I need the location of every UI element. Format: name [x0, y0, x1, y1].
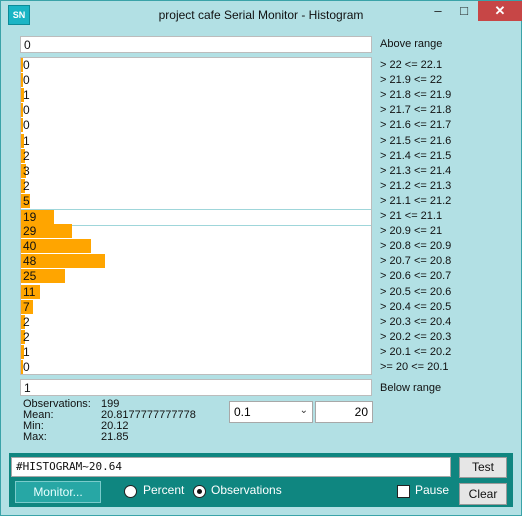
- histogram-bin-label: > 20.9 <= 21: [380, 225, 443, 238]
- histogram-bin-count: 19: [23, 210, 37, 224]
- histogram-bin-row[interactable]: 0: [21, 360, 371, 374]
- percent-radio[interactable]: [124, 485, 137, 498]
- histogram-bin-count: 40: [23, 239, 37, 254]
- histogram-bin-label: > 21.9 <= 22: [380, 74, 443, 87]
- histogram-bin-label: > 20.6 <= 20.7: [380, 270, 452, 283]
- bin-count-value: 20: [354, 405, 368, 419]
- bin-width-select[interactable]: 0.1 ⌄: [229, 401, 313, 423]
- histogram-bin-label: > 21.4 <= 21.5: [380, 149, 452, 162]
- test-button[interactable]: Test: [459, 457, 507, 478]
- histogram-list[interactable]: 0 0 1 0 0 1 2 3 2 5 19 29 40 48 25 11 7 2 2 1 0: [20, 57, 372, 375]
- below-range-value: 1: [24, 381, 31, 395]
- histogram-bin-row[interactable]: 3: [21, 163, 371, 179]
- histogram-bin-count: 0: [23, 73, 30, 88]
- observations-radio[interactable]: [193, 485, 206, 498]
- histogram-bin-label: > 21.5 <= 21.6: [380, 134, 452, 147]
- histogram-bin-row[interactable]: 40: [21, 239, 371, 254]
- observations-radio-label[interactable]: Observations: [211, 483, 282, 497]
- histogram-bin-row[interactable]: 2: [21, 314, 371, 330]
- histogram-bin-count: 29: [23, 224, 37, 239]
- histogram-window: SN project cafe Serial Monitor - Histogr…: [0, 0, 522, 516]
- histogram-bin-count: 2: [23, 148, 30, 163]
- below-range-field[interactable]: 1: [20, 379, 372, 396]
- below-range-label: Below range: [380, 382, 442, 394]
- histogram-bin-count: 25: [23, 269, 37, 284]
- max-value: 21.85: [101, 431, 129, 443]
- percent-radio-label[interactable]: Percent: [143, 483, 184, 497]
- bin-width-value: 0.1: [234, 405, 251, 419]
- monitor-button[interactable]: Monitor...: [15, 481, 101, 503]
- histogram-bin-row[interactable]: 1: [21, 133, 371, 149]
- close-button[interactable]: ✕: [478, 1, 522, 21]
- histogram-bin-count: 2: [23, 314, 30, 329]
- histogram-bin-label: > 21.8 <= 21.9: [380, 89, 452, 102]
- chevron-down-icon: ⌄: [299, 405, 308, 416]
- minimize-button[interactable]: –: [425, 1, 451, 21]
- histogram-bin-count: 3: [23, 163, 30, 178]
- histogram-bin-label: > 21.2 <= 21.3: [380, 179, 452, 192]
- histogram-bin-label: > 20.3 <= 20.4: [380, 315, 452, 328]
- histogram-bin-row[interactable]: 0: [21, 103, 371, 118]
- histogram-bin-label: > 21 <= 21.1: [380, 210, 443, 222]
- pause-checkbox[interactable]: [397, 485, 410, 498]
- histogram-bin-row[interactable]: 48: [21, 254, 371, 269]
- histogram-bin-row[interactable]: 5: [21, 193, 371, 209]
- above-range-value: 0: [24, 38, 31, 52]
- histogram-bin-label: > 20.2 <= 20.3: [380, 330, 452, 343]
- command-panel: #HISTOGRAM~20.64 Test Monitor... Percent…: [9, 453, 513, 507]
- histogram-bin-label: > 20.5 <= 20.6: [380, 285, 452, 298]
- histogram-bin-row[interactable]: 7: [21, 299, 371, 315]
- histogram-bin-label: > 20.1 <= 20.2: [380, 345, 452, 358]
- above-range-field[interactable]: 0: [20, 36, 372, 53]
- histogram-bin-row[interactable]: 0: [21, 118, 371, 133]
- histogram-bin-label: >= 20 <= 20.1: [380, 361, 449, 373]
- histogram-bin-label: > 21.7 <= 21.8: [380, 104, 452, 117]
- histogram-bin-row[interactable]: 11: [21, 284, 371, 300]
- histogram-bin-label: > 20.8 <= 20.9: [380, 240, 452, 253]
- histogram-bin-count: 0: [23, 103, 30, 118]
- histogram-bin-count: 0: [23, 118, 30, 133]
- clear-button[interactable]: Clear: [459, 483, 507, 505]
- histogram-bin-label: > 20.7 <= 20.8: [380, 255, 452, 268]
- histogram-bin-row[interactable]: 29: [21, 224, 371, 239]
- bin-count-input[interactable]: 20: [315, 401, 373, 423]
- histogram-bin-count: 7: [23, 299, 30, 314]
- max-label: Max:: [23, 431, 47, 443]
- title-bar[interactable]: SN project cafe Serial Monitor - Histogr…: [1, 1, 522, 31]
- histogram-bin-count: 48: [23, 254, 37, 269]
- histogram-bin-count: 2: [23, 178, 30, 193]
- histogram-bin-count: 11: [23, 284, 36, 299]
- maximize-button[interactable]: □: [451, 1, 477, 21]
- histogram-bin-row[interactable]: 2: [21, 148, 371, 164]
- histogram-bin-row[interactable]: 2: [21, 329, 371, 345]
- histogram-bin-label: > 21.6 <= 21.7: [380, 119, 452, 132]
- histogram-bin-label: > 21.1 <= 21.2: [380, 194, 452, 207]
- histogram-bin-count: 0: [23, 58, 30, 72]
- histogram-bin-count: 1: [23, 133, 30, 148]
- histogram-bin-row[interactable]: 1: [21, 344, 371, 360]
- above-range-label: Above range: [380, 38, 443, 50]
- histogram-bin-count: 1: [23, 344, 30, 359]
- histogram-bin-count: 0: [23, 360, 30, 374]
- histogram-bin-row[interactable]: 2: [21, 178, 371, 194]
- histogram-bin-count: 2: [23, 329, 30, 344]
- histogram-bin-label: > 20.4 <= 20.5: [380, 300, 452, 313]
- histogram-bin-count: 5: [23, 193, 30, 208]
- histogram-bin-row[interactable]: 0: [21, 73, 371, 88]
- histogram-bin-label: > 22 <= 22.1: [380, 59, 443, 71]
- histogram-bin-row[interactable]: 25: [21, 269, 371, 284]
- histogram-bin-row[interactable]: 1: [21, 88, 371, 103]
- histogram-bin-count: 1: [23, 88, 30, 103]
- command-text: #HISTOGRAM~20.64: [16, 460, 122, 473]
- command-input[interactable]: #HISTOGRAM~20.64: [11, 457, 451, 477]
- pause-label[interactable]: Pause: [415, 483, 449, 497]
- histogram-bin-label: > 21.3 <= 21.4: [380, 164, 452, 177]
- histogram-bin-row[interactable]: 0: [21, 58, 371, 73]
